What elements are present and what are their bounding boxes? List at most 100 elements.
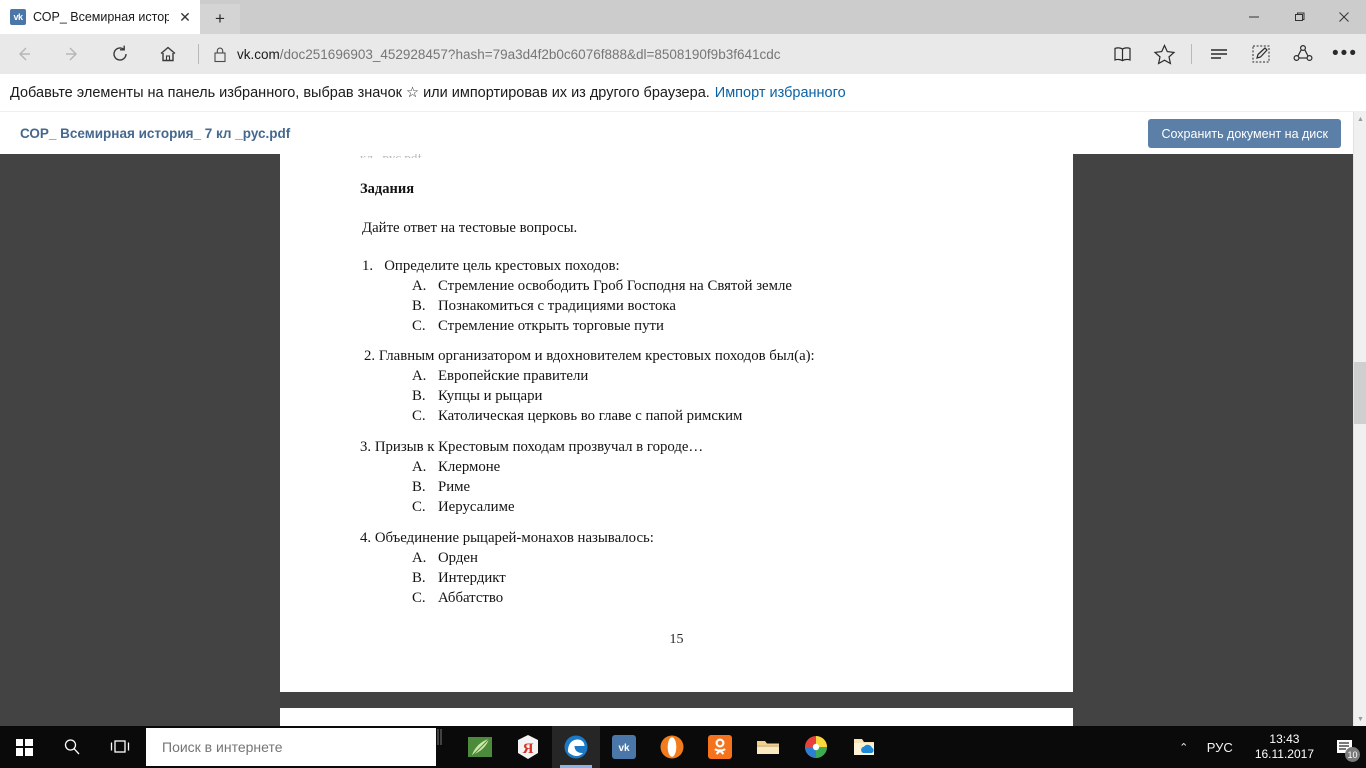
forward-arrow-icon[interactable] <box>48 34 96 74</box>
more-dots-icon[interactable]: ••• <box>1324 34 1366 74</box>
home-icon[interactable] <box>144 34 192 74</box>
question-block: 4. Объединение рыцарей-монахов называлос… <box>360 530 1153 607</box>
window-controls <box>1231 0 1366 34</box>
address-bar-url: vk.com/doc251696903_452928457?hash=79a3d… <box>237 47 781 62</box>
toolbar-divider <box>198 44 199 64</box>
option-text: Стремление открыть торговые пути <box>438 318 664 334</box>
windows-start-icon[interactable] <box>0 726 48 768</box>
option-row: C. Аббатство <box>412 590 1153 607</box>
pdf-page-next <box>280 708 1073 726</box>
action-center-icon[interactable]: 10 <box>1324 726 1366 768</box>
chevron-up-icon[interactable]: ⌃ <box>1169 726 1199 768</box>
question-number: 4. <box>360 530 372 546</box>
taskbar-search-box[interactable] <box>146 728 436 766</box>
file-explorer-icon[interactable] <box>744 726 792 768</box>
question-number: 2. <box>364 348 376 364</box>
question-label: Объединение рыцарей-монахов называлось: <box>374 530 654 546</box>
back-arrow-icon[interactable] <box>0 34 48 74</box>
question-label: Призыв к Крестовым походам прозвучал в г… <box>374 439 704 455</box>
option-letter: B. <box>412 479 426 495</box>
scrollbar-thumb[interactable] <box>1354 362 1366 424</box>
question-text: 3. Призыв к Крестовым походам прозвучал … <box>360 439 1153 456</box>
address-bar[interactable]: vk.com/doc251696903_452928457?hash=79a3d… <box>205 34 1101 74</box>
vk-favicon: vk <box>10 9 26 25</box>
question-block: 2. Главным организатором и вдохновителем… <box>364 348 1157 425</box>
option-row: B. Риме <box>412 479 1153 496</box>
question-text: 4. Объединение рыцарей-монахов называлос… <box>360 530 1153 547</box>
option-letter: A. <box>412 459 427 475</box>
clock[interactable]: 13:43 16.11.2017 <box>1241 732 1324 762</box>
option-text: Католическая церковь во главе с папой ри… <box>438 408 743 424</box>
address-host: vk.com <box>237 46 280 62</box>
more-dots-glyph: ••• <box>1332 43 1358 64</box>
pencil-note-icon[interactable] <box>1240 34 1282 74</box>
option-letter: A. <box>412 278 427 294</box>
svg-text:vk: vk <box>618 743 630 754</box>
question-label: Определите цель крестовых походов: <box>384 258 620 274</box>
pdf-viewer-canvas[interactable]: кл _рус.pdf Задания Дайте ответ на тесто… <box>0 154 1353 726</box>
question-text: 2. Главным организатором и вдохновителем… <box>364 348 1157 365</box>
reading-view-book-icon[interactable] <box>1101 34 1143 74</box>
notification-count-badge: 10 <box>1345 747 1360 762</box>
favorites-bar-message: Добавьте элементы на панель избранного, … <box>10 84 710 101</box>
svg-text:Я: Я <box>523 741 534 757</box>
document-filename: СОР_ Всемирная история_ 7 кл _рус.pdf <box>20 125 291 141</box>
option-letter: C. <box>412 499 426 515</box>
option-letter: A. <box>412 550 427 566</box>
option-letter: A. <box>412 368 427 384</box>
odnoklassniki-icon[interactable] <box>696 726 744 768</box>
address-path: /doc251696903_452928457?hash=79a3d4f2b0c… <box>279 46 781 62</box>
save-document-button[interactable]: Сохранить документ на диск <box>1148 119 1341 148</box>
option-letter: B. <box>412 298 426 314</box>
window-close-icon[interactable] <box>1321 0 1366 34</box>
tab-title: СОР_ Всемирная истор <box>33 10 169 24</box>
vk-document-header: СОР_ Всемирная история_ 7 кл _рус.pdf Со… <box>0 112 1353 154</box>
share-icon[interactable] <box>1282 34 1324 74</box>
taskbar-pinned-apps: Я vk <box>456 726 888 768</box>
browser-tab[interactable]: vk СОР_ Всемирная истор ✕ <box>0 0 200 34</box>
clock-time: 13:43 <box>1269 732 1300 746</box>
scroll-up-icon[interactable]: ▲ <box>1354 112 1366 126</box>
task-view-icon[interactable] <box>96 726 144 768</box>
restore-icon[interactable] <box>1276 0 1321 34</box>
option-row: C. Католическая церковь во главе с папой … <box>412 408 1157 425</box>
star-icon[interactable] <box>1143 34 1185 74</box>
close-icon[interactable]: ✕ <box>176 8 194 26</box>
question-number: 3. <box>360 439 372 455</box>
question-text: 1. Определите цель крестовых походов: <box>362 258 1155 275</box>
yandex-browser-icon[interactable]: Я <box>504 726 552 768</box>
lock-icon <box>213 46 227 63</box>
search-input[interactable] <box>162 739 422 755</box>
option-letter: B. <box>412 570 426 586</box>
new-tab-button[interactable]: + <box>200 4 240 34</box>
paint-app-icon[interactable] <box>792 726 840 768</box>
option-row: A. Европейские правители <box>412 368 1157 385</box>
option-row: A. Клермоне <box>412 459 1153 476</box>
browser-tab-strip: vk СОР_ Всемирная истор ✕ + <box>0 0 1366 34</box>
option-text: Риме <box>438 479 471 495</box>
language-indicator[interactable]: РУС <box>1199 740 1241 755</box>
import-favorites-link[interactable]: Импорт избранного <box>715 85 846 101</box>
document-intro: Дайте ответ на тестовые вопросы. <box>362 220 578 236</box>
refresh-icon[interactable] <box>96 34 144 74</box>
green-plant-app-icon[interactable] <box>456 726 504 768</box>
option-text: Орден <box>438 550 478 566</box>
option-row: A. Орден <box>412 550 1153 567</box>
onedrive-folder-icon[interactable] <box>840 726 888 768</box>
option-row: C. Иерусалиме <box>412 499 1153 516</box>
hub-lines-icon[interactable] <box>1198 34 1240 74</box>
question-number: 1. <box>362 258 374 274</box>
search-icon[interactable] <box>48 726 96 768</box>
question-block: 3. Призыв к Крестовым походам прозвучал … <box>360 439 1153 516</box>
option-text: Интердикт <box>438 570 506 586</box>
minimize-icon[interactable] <box>1231 0 1276 34</box>
pdf-page-content: кл _рус.pdf Задания Дайте ответ на тесто… <box>280 154 1073 692</box>
clipped-top-text: кл _рус.pdf <box>360 154 422 158</box>
vertical-scrollbar[interactable]: ▲ ▼ <box>1353 112 1366 726</box>
opera-browser-icon[interactable] <box>648 726 696 768</box>
edge-browser-icon[interactable] <box>552 726 600 768</box>
scroll-down-icon[interactable]: ▼ <box>1354 712 1366 726</box>
tab-strip-drag-area <box>240 0 1231 34</box>
vk-app-icon[interactable]: vk <box>600 726 648 768</box>
option-text: Стремление освободить Гроб Господня на С… <box>438 278 792 294</box>
